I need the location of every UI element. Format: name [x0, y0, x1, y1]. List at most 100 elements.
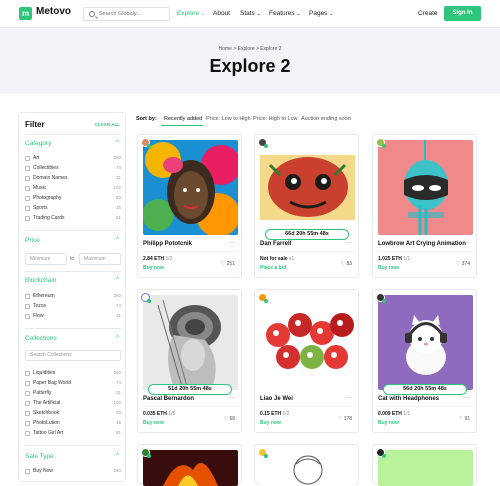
collection-option[interactable]: The Artificial 102	[25, 400, 121, 408]
nft-title[interactable]: Lowbrow Art Crying Animation	[378, 241, 466, 247]
logo-text[interactable]: Metovo	[36, 6, 71, 17]
checkbox[interactable]	[25, 196, 30, 201]
price-min-input[interactable]: Minimum	[25, 253, 67, 265]
collection-option[interactable]: Patterfly 31	[25, 390, 121, 398]
chevron-up-icon[interactable]: ^	[116, 277, 119, 283]
checkbox[interactable]	[25, 156, 30, 161]
sale-status[interactable]: Buy now	[378, 420, 399, 426]
checkbox[interactable]	[25, 411, 30, 416]
sort-recently-added[interactable]: Recently added	[164, 116, 202, 122]
create-link[interactable]: Create	[418, 10, 438, 17]
nft-artwork-image[interactable]	[260, 140, 355, 235]
nft-card[interactable]	[254, 444, 359, 486]
checkbox[interactable]	[25, 186, 30, 191]
nft-card[interactable]: Philipp Pototcnik ··· 2.84 ETH 1/2 Buy n…	[137, 134, 242, 278]
checkbox[interactable]	[25, 391, 30, 396]
category-option-music[interactable]: Music 102	[25, 185, 121, 193]
sale-status[interactable]: Buy now	[143, 265, 164, 271]
sale-status[interactable]: Place a bid	[260, 265, 286, 271]
chevron-up-icon[interactable]: ^	[116, 237, 119, 243]
blockchain-option-flow[interactable]: Flow 31	[25, 313, 121, 321]
like-button[interactable]: ♡ 374	[456, 261, 470, 267]
blockchain-section-title[interactable]: Blockchain	[25, 277, 56, 284]
checkbox[interactable]	[25, 166, 30, 171]
nft-title[interactable]: Dan Farrell	[260, 241, 291, 247]
checkbox[interactable]	[25, 304, 30, 309]
like-button[interactable]: ♡ 251	[221, 261, 235, 267]
checkbox[interactable]	[25, 421, 30, 426]
checkbox[interactable]	[25, 314, 30, 319]
nft-artwork-image[interactable]	[260, 450, 355, 486]
price-section-title[interactable]: Price	[25, 237, 40, 244]
more-options-icon[interactable]: ···	[464, 240, 470, 246]
checkbox[interactable]	[25, 371, 30, 376]
logo-icon[interactable]: m	[19, 7, 32, 20]
nft-artwork-image[interactable]	[143, 450, 238, 486]
collection-option[interactable]: Liquidities 250	[25, 370, 121, 378]
chevron-up-icon[interactable]: ^	[116, 335, 119, 341]
collections-section-title[interactable]: Collections	[25, 335, 57, 342]
nft-card[interactable]: Lowbrow Art Crying Animation ··· 1.025 E…	[372, 134, 477, 278]
nft-title[interactable]: Cat with Headphones	[378, 396, 439, 402]
checkbox[interactable]	[25, 469, 30, 474]
nft-card[interactable]: 51d 20h 55m 48s Pascal Bernardon ··· 0.0…	[137, 289, 242, 433]
nft-artwork-image[interactable]	[143, 295, 238, 390]
collection-option[interactable]: Paper Bag World 74	[25, 380, 121, 388]
nav-features[interactable]: Features ⌄	[269, 10, 301, 17]
breadcrumb-home[interactable]: Home	[219, 46, 232, 52]
category-option-trading-cards[interactable]: Trading Cards 91	[25, 215, 121, 223]
chevron-up-icon[interactable]: ^	[116, 140, 119, 146]
more-options-icon[interactable]: ···	[346, 240, 352, 246]
more-options-icon[interactable]: ···	[229, 240, 235, 246]
nft-artwork-image[interactable]	[378, 140, 473, 235]
category-option-art[interactable]: Art 250	[25, 155, 121, 163]
checkbox[interactable]	[25, 381, 30, 386]
category-option-domain-names[interactable]: Domain Names 31	[25, 175, 121, 183]
like-button[interactable]: ♡ 91	[459, 416, 470, 422]
sort-price-low-high[interactable]: Price: Low to High	[206, 116, 251, 122]
sort-price-high-low[interactable]: Price: High to Low	[253, 116, 298, 122]
collection-option[interactable]: PhotoLution 15	[25, 420, 121, 428]
checkbox[interactable]	[25, 176, 30, 181]
sign-in-button[interactable]: Sign In	[444, 6, 481, 21]
nft-artwork-image[interactable]	[378, 295, 473, 390]
like-button[interactable]: ♡ 178	[338, 416, 352, 422]
nft-artwork-image[interactable]	[143, 140, 238, 235]
chevron-up-icon[interactable]: ^	[116, 453, 119, 459]
nft-artwork-image[interactable]	[378, 450, 473, 486]
checkbox[interactable]	[25, 401, 30, 406]
breadcrumb-explore[interactable]: Explore	[238, 46, 255, 52]
sale-type-section-title[interactable]: Sale Type	[25, 453, 54, 460]
sale-type-option-buy-now[interactable]: Buy Now 250	[25, 468, 121, 476]
checkbox[interactable]	[25, 206, 30, 211]
nft-card[interactable]: 66d 20h 55m 48s Dan Farrell ··· Not for …	[254, 134, 359, 278]
nft-artwork-image[interactable]	[260, 295, 355, 390]
more-options-icon[interactable]: ···	[464, 395, 470, 401]
clear-all-button[interactable]: CLEAR ALL	[95, 122, 120, 127]
collections-search-input[interactable]: Search Collections	[25, 350, 121, 361]
blockchain-option-tezos[interactable]: Tezos 74	[25, 303, 121, 311]
nft-card[interactable]: 56d 20h 55m 48s Cat with Headphones ··· …	[372, 289, 477, 433]
collection-option[interactable]: Tattoo Girl Art 91	[25, 430, 121, 438]
nav-pages[interactable]: Pages ⌄	[309, 10, 333, 17]
category-option-photography[interactable]: Photography 63	[25, 195, 121, 203]
blockchain-option-ethereum[interactable]: Ethereum 250	[25, 293, 121, 301]
nft-card[interactable]	[137, 444, 242, 486]
checkbox[interactable]	[25, 431, 30, 436]
category-section-title[interactable]: Category	[25, 140, 51, 147]
collection-option[interactable]: Sketchbook 63	[25, 410, 121, 418]
nav-about[interactable]: About	[213, 10, 230, 17]
like-button[interactable]: ♡ 68	[224, 416, 235, 422]
nft-card[interactable]	[372, 444, 477, 486]
nav-stats[interactable]: Stats ⌄	[240, 10, 261, 17]
nft-card[interactable]: Liao Je Wei ··· 0.15 ETH 1/2 Buy now ♡ 1…	[254, 289, 359, 433]
sale-status[interactable]: Buy now	[378, 265, 399, 271]
price-max-input[interactable]: Maximum	[79, 253, 121, 265]
sale-status[interactable]: Buy now	[143, 420, 164, 426]
like-button[interactable]: ♡ 83	[341, 261, 352, 267]
nft-title[interactable]: Philipp Pototcnik	[143, 241, 192, 247]
checkbox[interactable]	[25, 216, 30, 221]
category-option-sports[interactable]: Sports 15	[25, 205, 121, 213]
sort-auction-ending[interactable]: Auction ending soon	[301, 116, 351, 122]
global-search[interactable]	[83, 7, 170, 21]
